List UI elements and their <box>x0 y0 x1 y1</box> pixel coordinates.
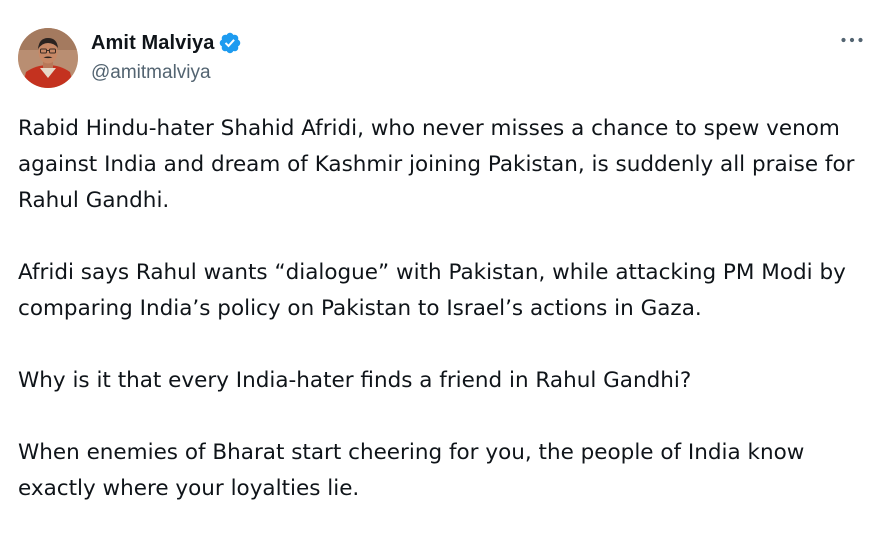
author-block: Amit Malviya @amitmalviya <box>91 30 242 84</box>
verified-badge-icon[interactable] <box>218 31 242 55</box>
avatar[interactable] <box>18 28 78 88</box>
tweet-paragraph: When enemies of Bharat start cheering fo… <box>18 440 805 501</box>
tweet-paragraph: Afridi says Rahul wants “dialogue” with … <box>18 260 846 321</box>
tweet-text: Rabid Hindu-hater Shahid Afridi, who nev… <box>18 111 878 543</box>
name-row: Amit Malviya <box>91 30 242 56</box>
author-display-name[interactable]: Amit Malviya <box>91 32 214 55</box>
author-handle[interactable]: @amitmalviya <box>91 62 242 84</box>
more-horizontal-icon <box>841 37 863 43</box>
tweet-paragraph: Why is it that every India-hater finds a… <box>18 368 692 393</box>
tweet-card: Amit Malviya @amitmalviya Rabid Hindu-ha… <box>0 0 891 502</box>
tweet-paragraph: Rabid Hindu-hater Shahid Afridi, who nev… <box>18 116 855 213</box>
more-options-button[interactable] <box>839 30 865 50</box>
avatar-photo <box>18 28 78 88</box>
